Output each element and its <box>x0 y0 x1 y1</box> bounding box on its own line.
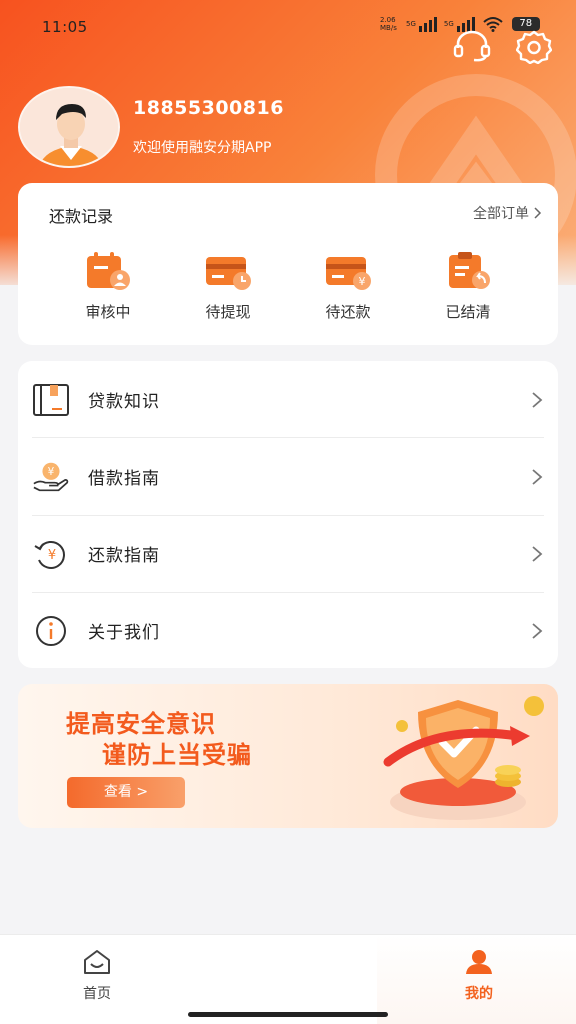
menu-label: 关于我们 <box>88 623 160 643</box>
svg-text:¥: ¥ <box>48 466 55 478</box>
withdraw-icon <box>206 257 251 290</box>
menu-item-loan-knowledge[interactable]: 贷款知识 <box>32 361 544 438</box>
signal-label-1: 5G <box>406 20 416 28</box>
welcome-text: 欢迎使用融安分期APP <box>133 140 272 156</box>
menu-label: 借款指南 <box>88 469 160 489</box>
repay-records-title: 还款记录 <box>49 207 114 226</box>
menu-card: 贷款知识 ¥ 借款指南 ¥ 还款指南 关于我们 <box>18 361 558 668</box>
chevron-right-icon <box>532 391 543 408</box>
tab-mine[interactable]: 我的 <box>434 949 524 1003</box>
user-avatar-icon <box>20 88 118 166</box>
status-label: 已结清 <box>445 303 491 321</box>
svg-text:¥: ¥ <box>48 548 56 563</box>
status-label: 待还款 <box>325 303 371 321</box>
status-item-settled[interactable]: 已结清 <box>426 251 510 322</box>
status-label: 审核中 <box>85 303 131 321</box>
user-profile-icon <box>466 950 492 974</box>
info-icon <box>32 612 70 650</box>
signal-bars-icon <box>418 17 437 32</box>
review-icon <box>87 252 130 290</box>
all-orders-link[interactable]: 全部订单 <box>473 203 542 223</box>
menu-label: 贷款知识 <box>88 392 160 412</box>
chevron-right-icon <box>532 545 543 562</box>
svg-text:¥: ¥ <box>359 275 366 288</box>
bottom-tab-bar: 首页 我的 <box>0 934 576 1024</box>
status-label: 待提现 <box>205 303 251 321</box>
coin-hand-icon: ¥ <box>32 458 70 496</box>
refund-icon: ¥ <box>32 535 70 573</box>
tab-label: 我的 <box>465 986 493 1002</box>
menu-label: 还款指南 <box>88 546 160 566</box>
banner-subheadline: 谨防上当受骗 <box>102 741 252 769</box>
customer-service-icon[interactable] <box>452 30 492 62</box>
security-shield-illustration-icon <box>383 696 544 820</box>
user-phone: 18855300816 <box>133 97 284 119</box>
home-icon <box>84 950 110 974</box>
tab-label: 首页 <box>83 986 111 1002</box>
menu-item-repay-guide[interactable]: ¥ 还款指南 <box>32 515 544 592</box>
signal-label-2: 5G <box>443 20 454 28</box>
safety-banner[interactable]: 提高安全意识 谨防上当受骗 查看 > <box>18 684 558 828</box>
status-item-withdraw[interactable]: 待提现 <box>186 251 270 322</box>
menu-item-about-us[interactable]: 关于我们 <box>32 592 544 669</box>
tab-home[interactable]: 首页 <box>52 949 142 1003</box>
banner-view-button[interactable]: 查看 > <box>67 777 185 808</box>
settings-gear-icon[interactable] <box>516 30 552 64</box>
battery-indicator: 78 <box>511 17 540 31</box>
banner-headline: 提高安全意识 <box>66 710 216 738</box>
avatar[interactable] <box>18 86 120 168</box>
chevron-right-icon <box>532 622 543 639</box>
chevron-right-icon <box>532 468 543 485</box>
book-icon <box>32 381 70 419</box>
repay-card-icon: ¥ <box>326 257 371 290</box>
status-time: 11:05 <box>42 18 88 36</box>
repay-records-card: 还款记录 全部订单 审核中 待提现 ¥ 待还款 已结清 <box>18 183 558 345</box>
status-item-reviewing[interactable]: 审核中 <box>66 251 150 322</box>
home-indicator <box>188 1012 388 1017</box>
net-speed: 2.06 MB/s <box>380 16 397 32</box>
settled-icon <box>449 252 490 289</box>
chevron-right-icon <box>534 207 542 219</box>
status-item-to-repay[interactable]: ¥ 待还款 <box>306 251 390 322</box>
all-orders-label: 全部订单 <box>473 206 529 222</box>
menu-item-borrow-guide[interactable]: ¥ 借款指南 <box>32 438 544 515</box>
